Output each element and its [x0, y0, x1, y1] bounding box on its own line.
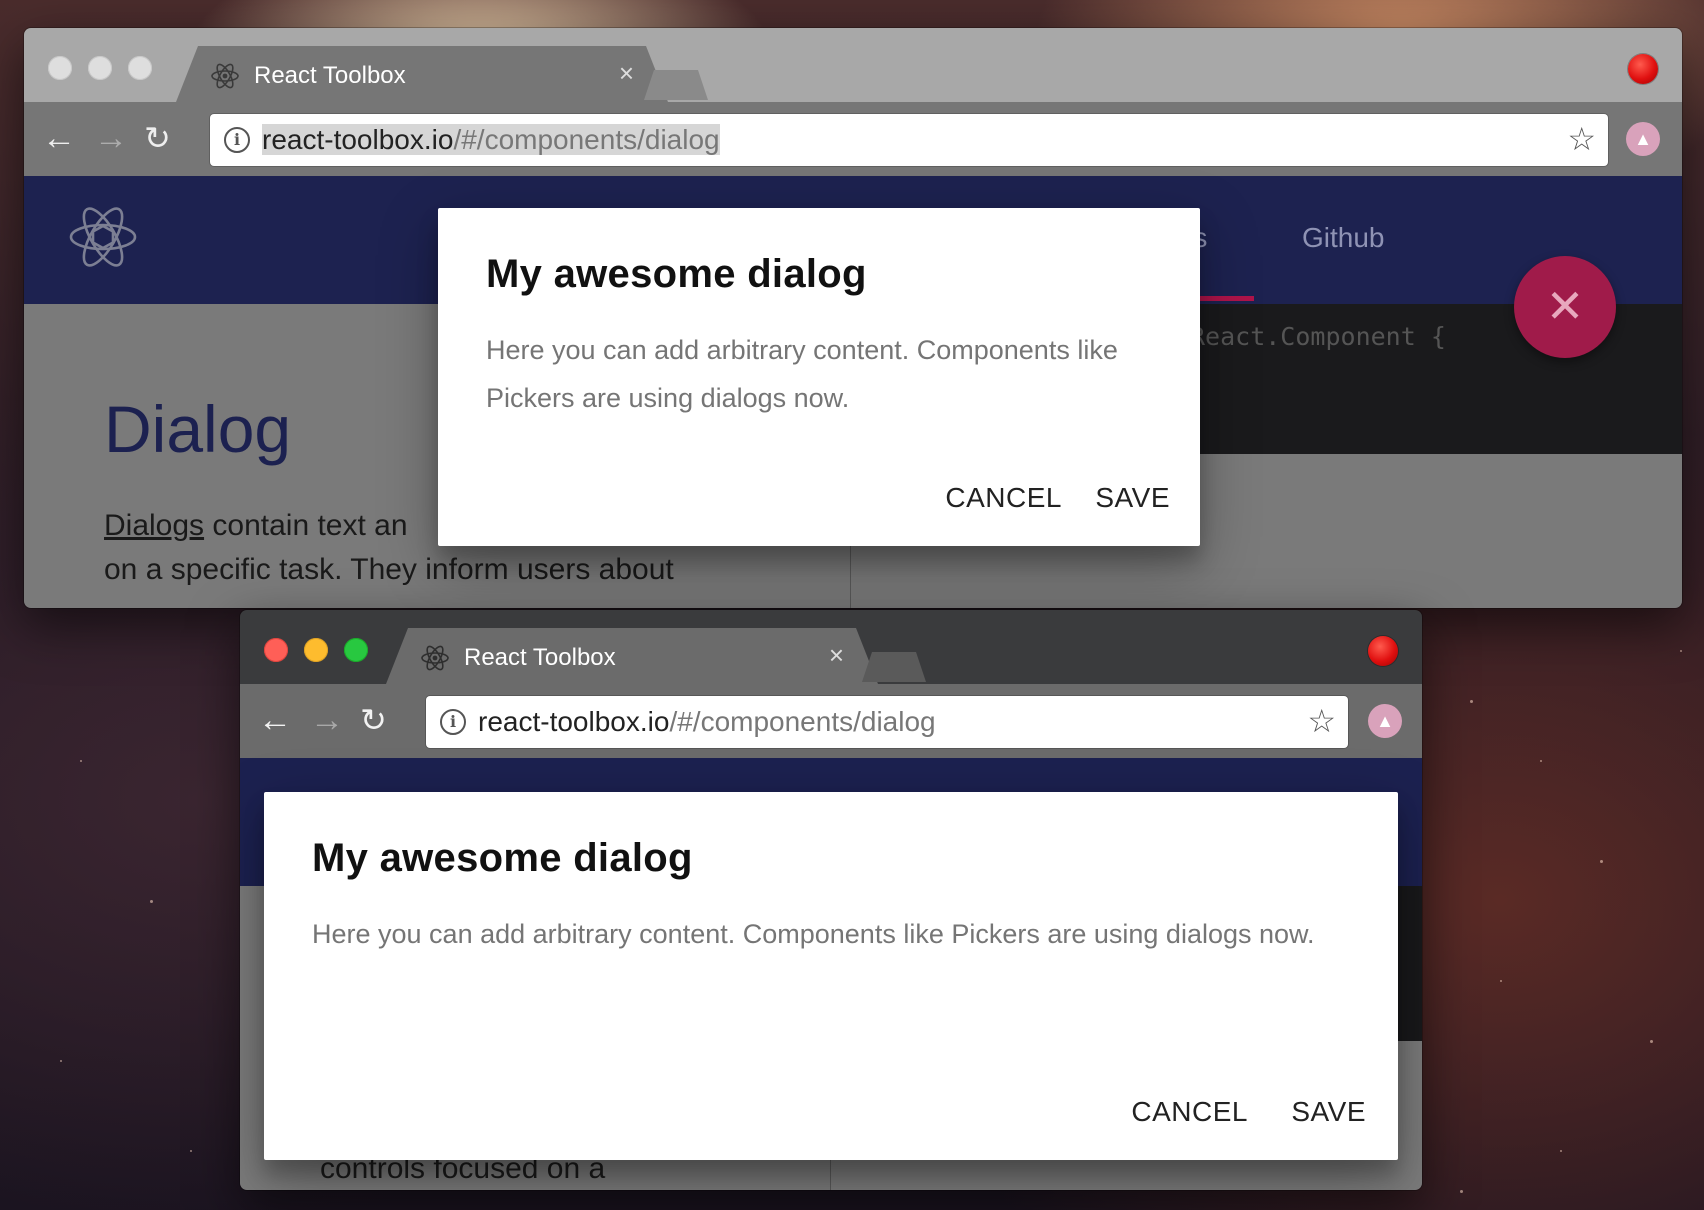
zoom-window-button[interactable]: [344, 638, 368, 662]
dialog-body: Here you can add arbitrary content. Comp…: [486, 335, 1118, 413]
react-atom-icon: [421, 645, 449, 671]
save-button[interactable]: SAVE: [1291, 1096, 1366, 1128]
arrow-left-icon[interactable]: ←: [258, 700, 292, 740]
title-bar[interactable]: React Toolbox ×: [24, 28, 1682, 102]
minimize-window-button[interactable]: [88, 56, 112, 80]
arrow-left-icon[interactable]: ←: [42, 118, 76, 158]
tab-close-icon[interactable]: ×: [619, 58, 634, 88]
record-indicator-icon[interactable]: [1368, 636, 1398, 666]
url-text[interactable]: react-toolbox.io/#/components/dialog: [478, 706, 936, 738]
dialog: My awesome dialog Here you can add arbit…: [264, 792, 1398, 1160]
info-icon[interactable]: i: [440, 709, 466, 735]
browser-toolbar: ← → ↻ i react-toolbox.io/#/components/di…: [24, 102, 1682, 176]
browser-window-back[interactable]: React Toolbox × ← → ↻ i react-toolbox.io…: [24, 28, 1682, 608]
arrow-right-icon[interactable]: →: [94, 118, 128, 158]
reload-icon[interactable]: ↻: [144, 118, 171, 158]
upload-extension-icon[interactable]: ▲: [1626, 122, 1660, 156]
tab-title: React Toolbox: [464, 644, 616, 671]
browser-window-front[interactable]: React Toolbox × ← → ↻ i react-toolbox.io…: [240, 610, 1422, 1190]
dialog-title: My awesome dialog: [486, 252, 867, 296]
new-tab-button[interactable]: [862, 652, 926, 682]
close-icon: ✕: [1545, 280, 1585, 332]
reload-icon[interactable]: ↻: [360, 700, 387, 740]
star-icon[interactable]: ☆: [1307, 702, 1336, 740]
zoom-window-button[interactable]: [128, 56, 152, 80]
url-text[interactable]: react-toolbox.io/#/components/dialog: [262, 124, 720, 156]
info-icon[interactable]: i: [224, 127, 250, 153]
new-tab-button[interactable]: [644, 70, 708, 100]
browser-tab[interactable]: React Toolbox ×: [386, 628, 878, 684]
dialog-body: Here you can add arbitrary content. Comp…: [312, 919, 1315, 949]
browser-toolbar: ← → ↻ i react-toolbox.io/#/components/di…: [240, 684, 1422, 758]
cancel-button[interactable]: CANCEL: [1131, 1096, 1248, 1128]
window-controls: [48, 56, 152, 80]
star-icon[interactable]: ☆: [1567, 120, 1596, 158]
upload-extension-icon[interactable]: ▲: [1368, 704, 1402, 738]
address-bar[interactable]: i react-toolbox.io/#/components/dialog ☆: [426, 696, 1348, 748]
close-window-button[interactable]: [48, 56, 72, 80]
tab-close-icon[interactable]: ×: [829, 640, 844, 670]
arrow-right-icon[interactable]: →: [310, 700, 344, 740]
fab-close-button[interactable]: ✕: [1514, 256, 1616, 358]
browser-tab[interactable]: React Toolbox ×: [176, 46, 668, 102]
record-indicator-icon[interactable]: [1628, 54, 1658, 84]
dialog-title: My awesome dialog: [312, 836, 693, 880]
react-atom-icon: [211, 63, 239, 89]
tab-title: React Toolbox: [254, 62, 406, 89]
address-bar[interactable]: i react-toolbox.io/#/components/dialog ☆: [210, 114, 1608, 166]
title-bar[interactable]: React Toolbox ×: [240, 610, 1422, 684]
save-button[interactable]: SAVE: [1095, 482, 1170, 514]
window-controls: [264, 638, 368, 662]
cancel-button[interactable]: CANCEL: [945, 482, 1062, 514]
minimize-window-button[interactable]: [304, 638, 328, 662]
dialog: My awesome dialog Here you can add arbit…: [438, 208, 1200, 546]
close-window-button[interactable]: [264, 638, 288, 662]
